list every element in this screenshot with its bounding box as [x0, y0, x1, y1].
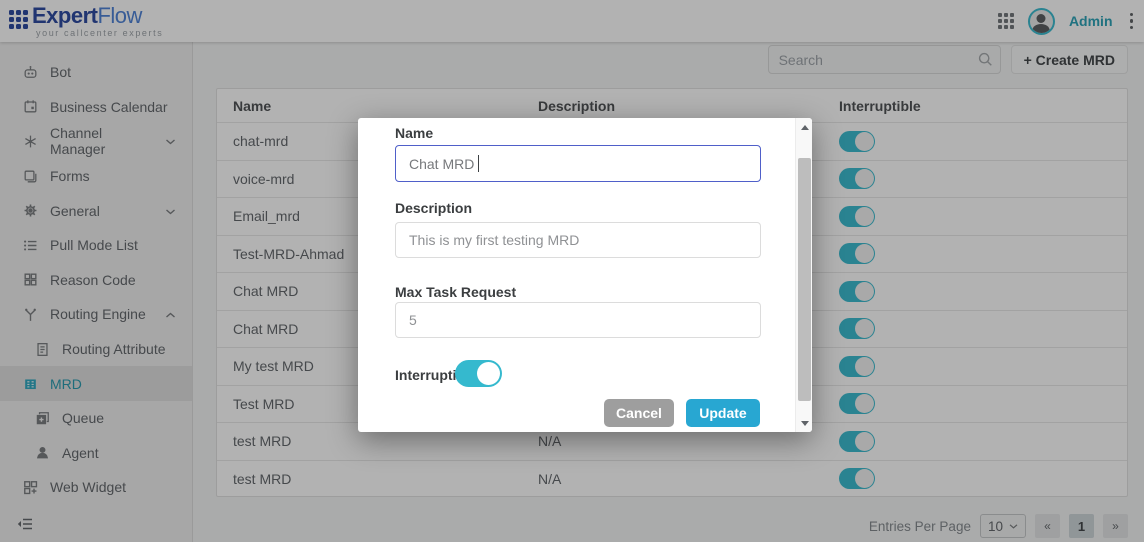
edit-mrd-modal: Name Chat MRD Description This is my fir… — [358, 118, 812, 432]
description-label: Description — [395, 200, 472, 216]
scrollbar-thumb[interactable] — [798, 158, 811, 401]
name-label: Name — [395, 125, 433, 141]
description-input[interactable]: This is my first testing MRD — [395, 222, 761, 258]
cancel-button[interactable]: Cancel — [604, 399, 674, 427]
update-button[interactable]: Update — [686, 399, 760, 427]
max-task-request-label: Max Task Request — [395, 284, 516, 300]
scroll-down-arrow[interactable] — [796, 415, 813, 431]
name-input[interactable]: Chat MRD — [395, 145, 761, 182]
app-window: ExpertFlow your callcenter experts Admin… — [0, 0, 1144, 542]
text-caret — [478, 155, 479, 172]
interruptible-toggle[interactable] — [455, 360, 502, 387]
max-task-request-input[interactable]: 5 — [395, 302, 761, 338]
scroll-up-arrow[interactable] — [796, 119, 813, 135]
modal-scrollbar — [795, 118, 812, 432]
